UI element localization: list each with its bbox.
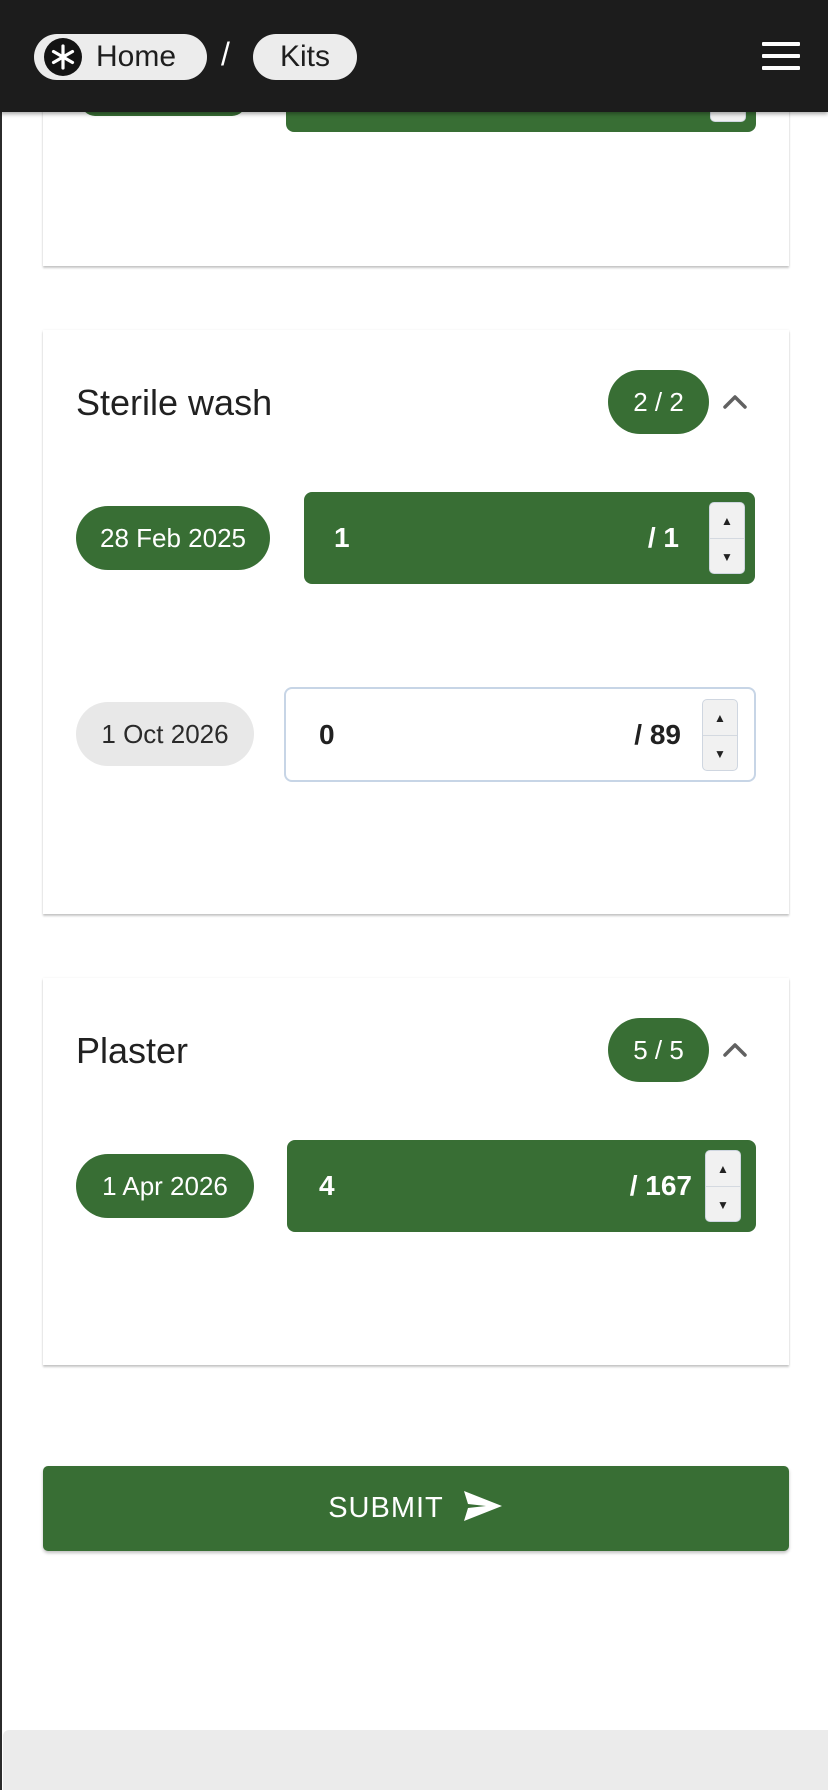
- decrement-arrow-icon[interactable]: ▼: [710, 539, 744, 573]
- breadcrumb-kits[interactable]: Kits: [253, 34, 357, 80]
- quantity-input[interactable]: [319, 689, 519, 780]
- section-title: Plaster: [76, 1030, 189, 1071]
- quantity-field[interactable]: / 167 ▲ ▼: [287, 1140, 756, 1232]
- submit-label: SUBMIT: [328, 1492, 444, 1524]
- hamburger-menu-icon[interactable]: [762, 42, 800, 70]
- quantity-field[interactable]: / 89 ▲ ▼: [284, 687, 756, 782]
- section-title: Sterile wash: [76, 382, 273, 423]
- chevron-up-icon[interactable]: [718, 385, 752, 419]
- count-badge: 2 / 2: [608, 370, 709, 434]
- increment-arrow-icon[interactable]: ▲: [710, 503, 744, 539]
- submit-button[interactable]: SUBMIT: [43, 1466, 789, 1551]
- quantity-total: / 89: [634, 718, 681, 750]
- breadcrumb-separator: /: [221, 36, 230, 72]
- chevron-up-icon[interactable]: [718, 1033, 752, 1067]
- top-app-bar: Home / Kits: [0, 0, 828, 112]
- quantity-input[interactable]: [334, 492, 534, 584]
- quantity-input[interactable]: [319, 1140, 519, 1232]
- send-icon: [462, 1489, 504, 1528]
- decrement-arrow-icon[interactable]: ▼: [706, 1187, 740, 1221]
- decrement-arrow-icon[interactable]: ▼: [703, 736, 737, 770]
- quantity-total: / 1: [647, 522, 679, 553]
- breadcrumb-home[interactable]: Home: [34, 34, 207, 80]
- increment-arrow-icon[interactable]: ▲: [706, 1151, 740, 1187]
- quantity-total: / 167: [629, 1170, 692, 1201]
- quantity-stepper[interactable]: ▲ ▼: [709, 502, 745, 574]
- breadcrumb-home-label: Home: [96, 40, 177, 73]
- expiry-date-chip: 1 Oct 2026: [76, 702, 254, 766]
- expiry-date-chip: 28 Feb 2025: [76, 506, 270, 570]
- quantity-field[interactable]: / 1 ▲ ▼: [304, 492, 755, 584]
- quantity-stepper[interactable]: ▲ ▼: [705, 1150, 741, 1222]
- expiry-date-chip: 1 Apr 2026: [76, 1154, 254, 1218]
- kit-card-plaster: Plaster 5 / 5 1 Apr 2026 / 167 ▲ ▼: [43, 978, 789, 1365]
- count-badge: 5 / 5: [608, 1018, 709, 1082]
- star-of-life-icon: [44, 38, 82, 76]
- increment-arrow-icon[interactable]: ▲: [703, 700, 737, 736]
- kit-card-sterile-wash: Sterile wash 2 / 2 28 Feb 2025 / 1 ▲ ▼ 1…: [43, 330, 789, 914]
- page-left-border: [0, 0, 2, 1790]
- quantity-stepper[interactable]: ▲ ▼: [702, 699, 738, 771]
- breadcrumb-kits-label: Kits: [279, 40, 330, 73]
- bottom-bar: [3, 1730, 828, 1790]
